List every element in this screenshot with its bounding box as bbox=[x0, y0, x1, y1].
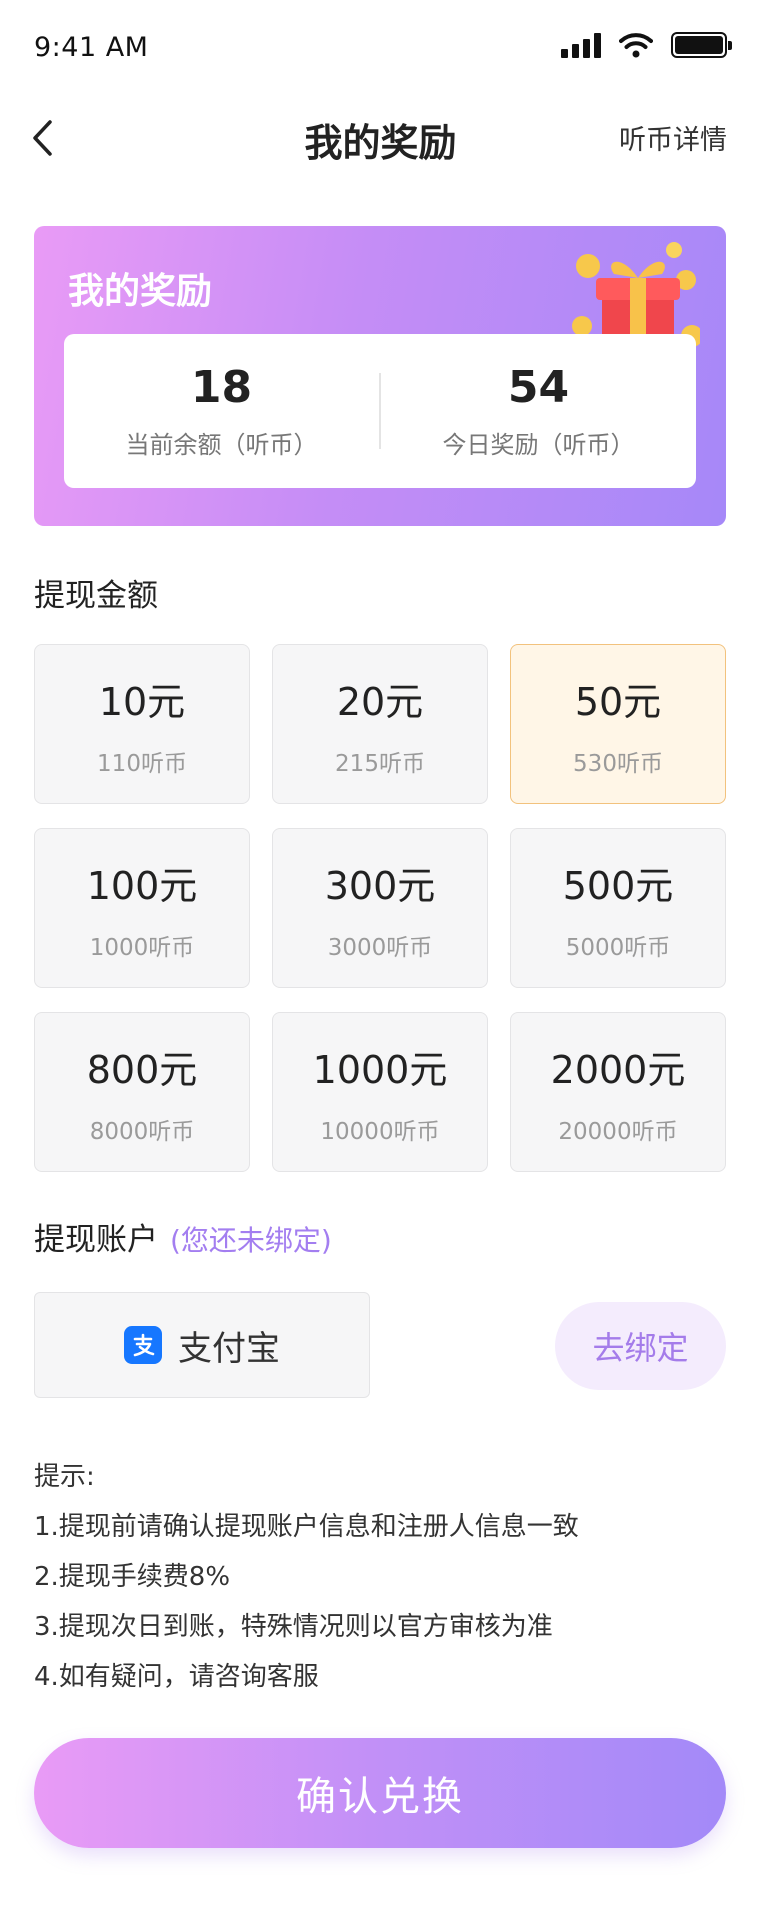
amount-option[interactable]: 100元 1000听币 bbox=[34, 828, 250, 988]
signal-icon bbox=[561, 32, 601, 58]
tips-section: 提示: 1.提现前请确认提现账户信息和注册人信息一致 2.提现手续费8% 3.提… bbox=[34, 1452, 579, 1702]
amount-option[interactable]: 500元 5000听币 bbox=[510, 828, 726, 988]
bind-account-button[interactable]: 去绑定 bbox=[555, 1302, 726, 1390]
amount-grid: 10元 110听币 20元 215听币 50元 530听币 100元 1000听… bbox=[34, 644, 726, 1172]
amount-option-selected[interactable]: 50元 530听币 bbox=[510, 644, 726, 804]
amount-option[interactable]: 2000元 20000听币 bbox=[510, 1012, 726, 1172]
alipay-label: 支付宝 bbox=[178, 1328, 280, 1369]
alipay-icon bbox=[124, 1326, 162, 1364]
reward-card-title: 我的奖励 bbox=[68, 271, 213, 312]
amount-coins: 10000听币 bbox=[320, 1118, 440, 1145]
tips-title: 提示: bbox=[34, 1462, 95, 1492]
amount-coins: 1000听币 bbox=[89, 934, 195, 961]
status-icons bbox=[561, 32, 732, 58]
amount-coins: 3000听币 bbox=[327, 934, 433, 961]
tip-line: 1.提现前请确认提现账户信息和注册人信息一致 bbox=[34, 1512, 579, 1542]
withdraw-account-label: 提现账户 bbox=[34, 1222, 158, 1258]
withdraw-amount-title: 提现金额 bbox=[34, 578, 158, 614]
status-time: 9:41 AM bbox=[34, 32, 149, 63]
reward-card: 我的奖励 18 当前余额（听币） 54 今日奖励（听币） bbox=[34, 226, 726, 526]
amount-price: 1000元 bbox=[312, 1047, 448, 1092]
wifi-icon bbox=[619, 33, 653, 58]
amount-coins: 20000听币 bbox=[558, 1118, 678, 1145]
today-stat: 54 今日奖励（听币） bbox=[381, 362, 696, 460]
reward-stats-panel: 18 当前余额（听币） 54 今日奖励（听币） bbox=[64, 334, 696, 488]
amount-price: 800元 bbox=[86, 1047, 198, 1092]
confirm-exchange-button[interactable]: 确认兑换 bbox=[34, 1738, 726, 1848]
amount-price: 500元 bbox=[562, 863, 674, 908]
withdraw-page: 9:41 AM 我的奖励 听币详情 我的奖励 18 当前余额（听币） 54 今日… bbox=[0, 0, 761, 1920]
status-bar: 9:41 AM bbox=[0, 0, 761, 100]
tip-line: 2.提现手续费8% bbox=[34, 1562, 231, 1592]
unbound-hint: (您还未绑定) bbox=[170, 1224, 332, 1257]
amount-option[interactable]: 800元 8000听币 bbox=[34, 1012, 250, 1172]
today-value: 54 bbox=[507, 362, 570, 413]
amount-price: 20元 bbox=[336, 679, 424, 724]
tip-line: 4.如有疑问，请咨询客服 bbox=[34, 1662, 319, 1692]
amount-price: 2000元 bbox=[550, 1047, 686, 1092]
alipay-account-box[interactable]: 支付宝 bbox=[34, 1292, 370, 1398]
balance-value: 18 bbox=[190, 362, 253, 413]
nav-bar: 我的奖励 听币详情 bbox=[0, 100, 761, 176]
amount-option[interactable]: 10元 110听币 bbox=[34, 644, 250, 804]
today-label: 今日奖励（听币） bbox=[442, 431, 635, 459]
amount-option[interactable]: 1000元 10000听币 bbox=[272, 1012, 488, 1172]
amount-option[interactable]: 20元 215听币 bbox=[272, 644, 488, 804]
amount-coins: 215听币 bbox=[335, 750, 425, 777]
amount-coins: 110听币 bbox=[97, 750, 187, 777]
balance-label: 当前余额（听币） bbox=[125, 431, 318, 459]
tip-line: 3.提现次日到账，特殊情况则以官方审核为准 bbox=[34, 1612, 553, 1642]
amount-option[interactable]: 300元 3000听币 bbox=[272, 828, 488, 988]
coin-details-link[interactable]: 听币详情 bbox=[619, 118, 727, 157]
balance-stat: 18 当前余额（听币） bbox=[64, 362, 379, 460]
amount-price: 50元 bbox=[574, 679, 662, 724]
amount-coins: 530听币 bbox=[573, 750, 663, 777]
amount-price: 100元 bbox=[86, 863, 198, 908]
amount-coins: 5000听币 bbox=[565, 934, 671, 961]
amount-price: 10元 bbox=[98, 679, 186, 724]
withdraw-account-title: 提现账户 (您还未绑定) bbox=[34, 1214, 332, 1259]
amount-price: 300元 bbox=[324, 863, 436, 908]
amount-coins: 8000听币 bbox=[89, 1118, 195, 1145]
battery-icon bbox=[671, 32, 732, 58]
